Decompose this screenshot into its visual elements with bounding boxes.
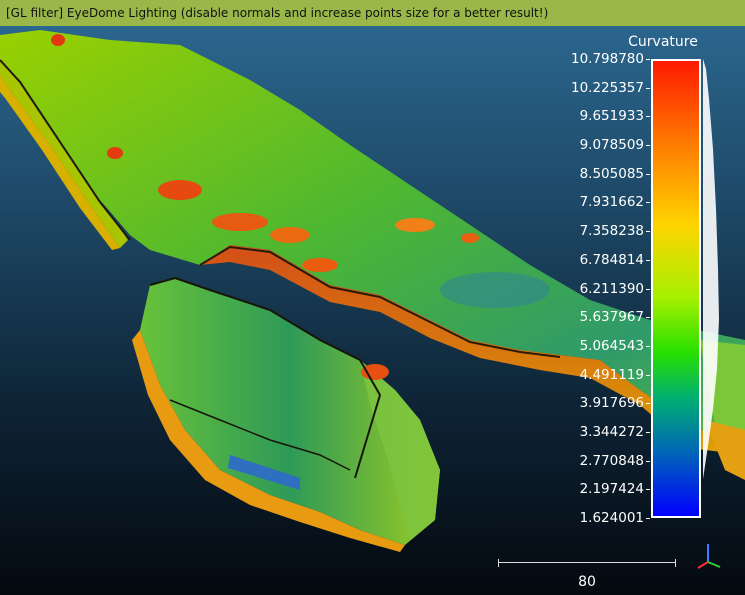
- curvature-histogram: [703, 59, 719, 479]
- scale-label: 80: [578, 574, 596, 590]
- tick-label: 4.491119: [580, 367, 651, 383]
- tick-label: 10.798780: [571, 51, 651, 67]
- colorbar-ticks: 10.798780 10.225357 9.651933 9.078509 8.…: [540, 51, 651, 526]
- tick-label: 7.358238: [580, 223, 651, 239]
- colorbar-title: Curvature: [628, 34, 698, 50]
- tick-label: 2.770848: [580, 453, 651, 469]
- tick-label: 2.197424: [580, 481, 651, 497]
- scale-bar: [498, 559, 676, 569]
- tick-label: 8.505085: [580, 166, 651, 182]
- tick-label: 3.344272: [580, 424, 651, 440]
- tick-label: 3.917696: [580, 395, 651, 411]
- tick-label: 6.784814: [580, 252, 651, 268]
- tick-label: 7.931662: [580, 194, 651, 210]
- curvature-colorbar: [651, 59, 701, 518]
- tick-label: 9.651933: [580, 108, 651, 124]
- tick-label: 5.637967: [580, 309, 651, 325]
- tick-label: 5.064543: [580, 338, 651, 354]
- xyz-axes-icon: [697, 544, 721, 569]
- tick-label: 9.078509: [580, 137, 651, 153]
- tick-label: 6.211390: [580, 281, 651, 297]
- tick-label: 1.624001: [580, 510, 651, 526]
- tick-label: 10.225357: [571, 80, 651, 96]
